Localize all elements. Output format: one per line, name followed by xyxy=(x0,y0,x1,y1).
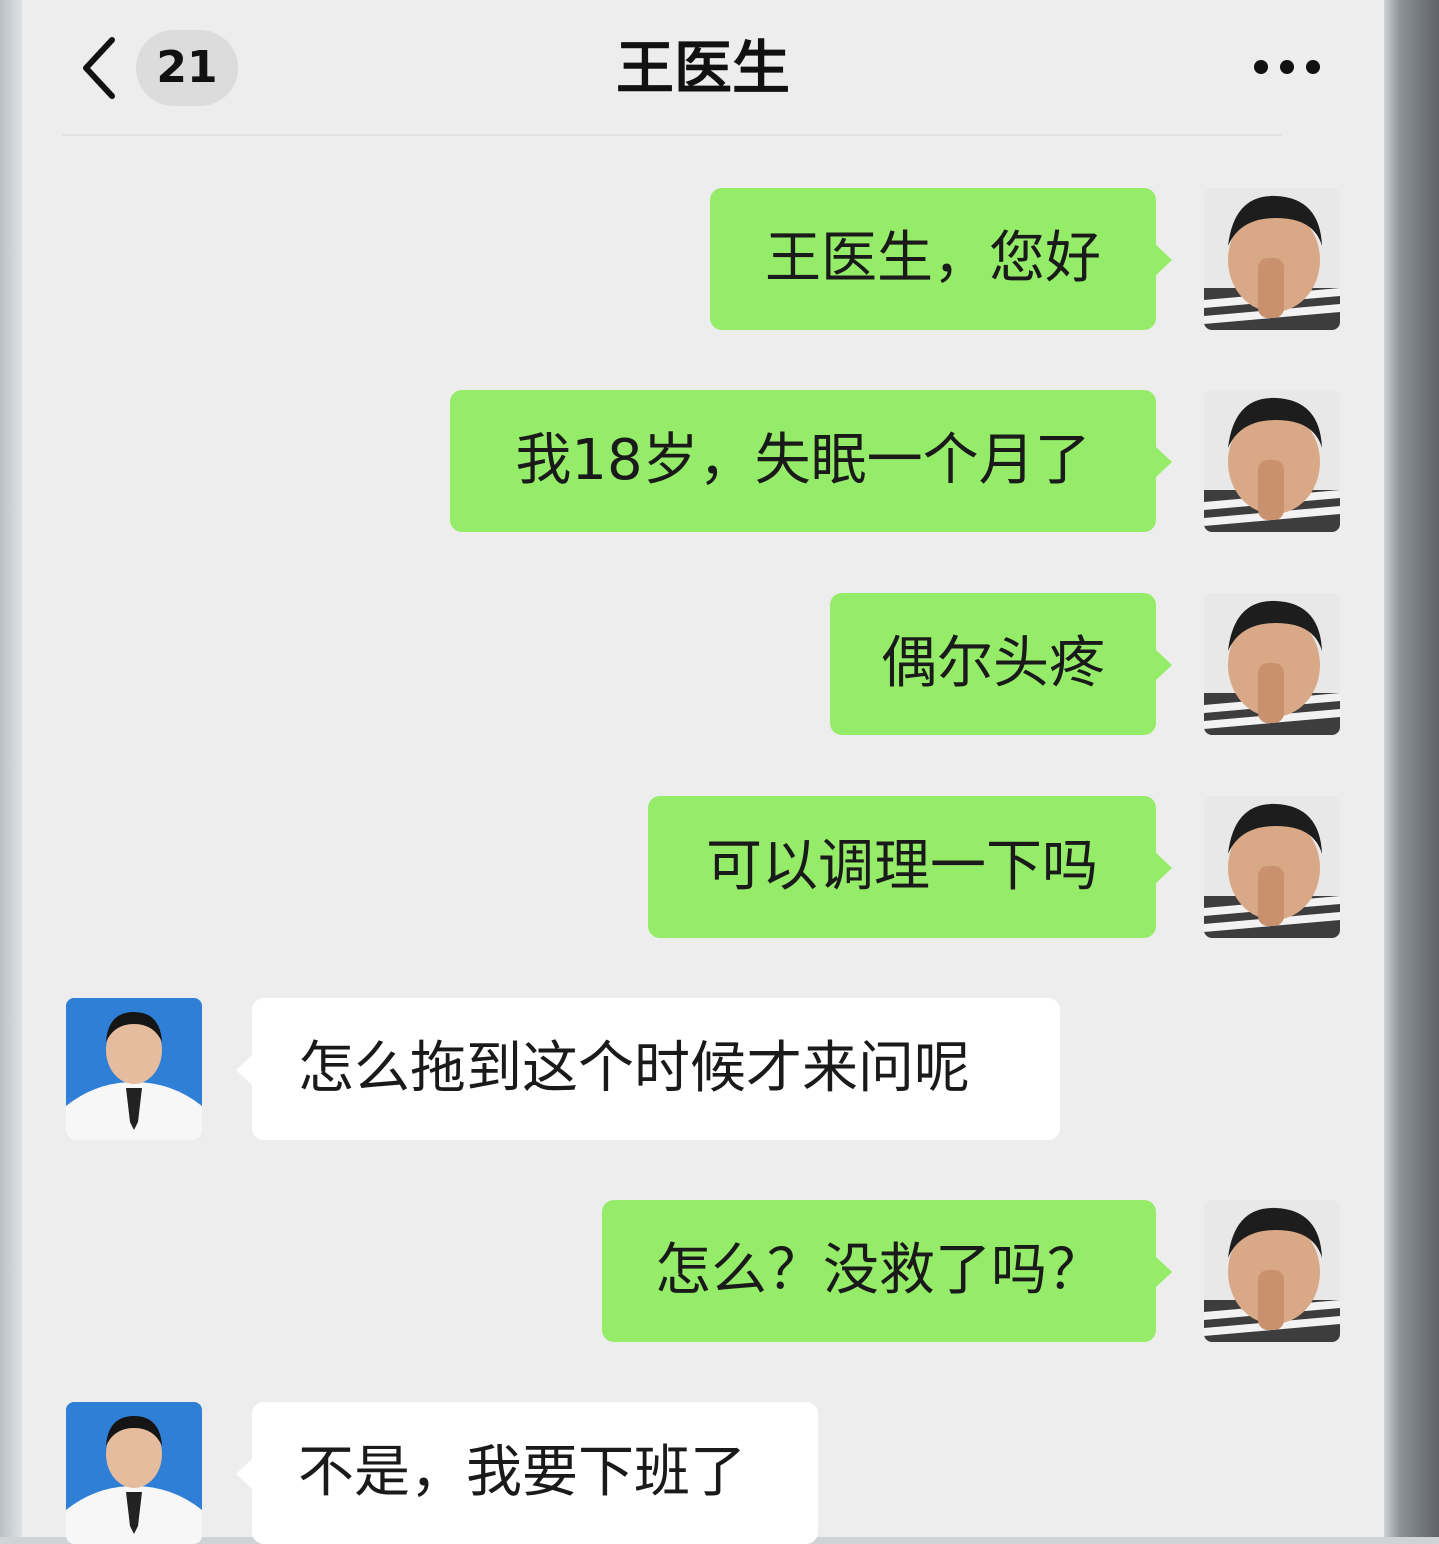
more-button[interactable] xyxy=(1248,50,1328,84)
sent-message-bubble[interactable]: 可以调理一下吗 xyxy=(648,796,1172,938)
more-dot xyxy=(1306,60,1320,74)
child-avatar[interactable] xyxy=(1204,188,1340,330)
child-avatar[interactable] xyxy=(1204,796,1340,938)
child-avatar[interactable] xyxy=(1204,1200,1340,1342)
device-frame: 21 王医生 王医生，您好 我18岁，失眠一个月了 偶尔头疼 可以调理一下吗 怎… xyxy=(0,0,1439,1544)
chat-screen: 21 王医生 王医生，您好 我18岁，失眠一个月了 偶尔头疼 可以调理一下吗 怎… xyxy=(22,0,1384,1544)
doctor-avatar[interactable] xyxy=(66,1402,202,1544)
header-divider xyxy=(62,134,1282,136)
child-avatar[interactable] xyxy=(1204,593,1340,735)
more-dots-icon xyxy=(1254,60,1268,74)
child-avatar[interactable] xyxy=(1204,390,1340,532)
received-message-bubble[interactable]: 不是，我要下班了 xyxy=(236,1402,818,1544)
chat-title: 王医生 xyxy=(615,34,790,102)
child-avatar-image xyxy=(1204,390,1340,532)
doctor-avatar[interactable] xyxy=(66,998,202,1140)
sent-message-bubble[interactable]: 偶尔头疼 xyxy=(830,593,1172,735)
chat-header: 21 王医生 xyxy=(22,0,1384,136)
doctor-avatar-image xyxy=(66,1402,202,1544)
sent-message-bubble[interactable]: 我18岁，失眠一个月了 xyxy=(450,390,1172,532)
sent-message-bubble[interactable]: 怎么？没救了吗？ xyxy=(602,1200,1172,1342)
child-avatar-image xyxy=(1204,593,1340,735)
child-avatar-image xyxy=(1204,188,1340,330)
doctor-avatar-image xyxy=(66,998,202,1140)
more-dot xyxy=(1280,60,1294,74)
sent-message-bubble[interactable]: 王医生，您好 xyxy=(710,188,1172,330)
child-avatar-image xyxy=(1204,796,1340,938)
received-message-bubble[interactable]: 怎么拖到这个时候才来问呢 xyxy=(236,998,1060,1140)
child-avatar-image xyxy=(1204,1200,1340,1342)
